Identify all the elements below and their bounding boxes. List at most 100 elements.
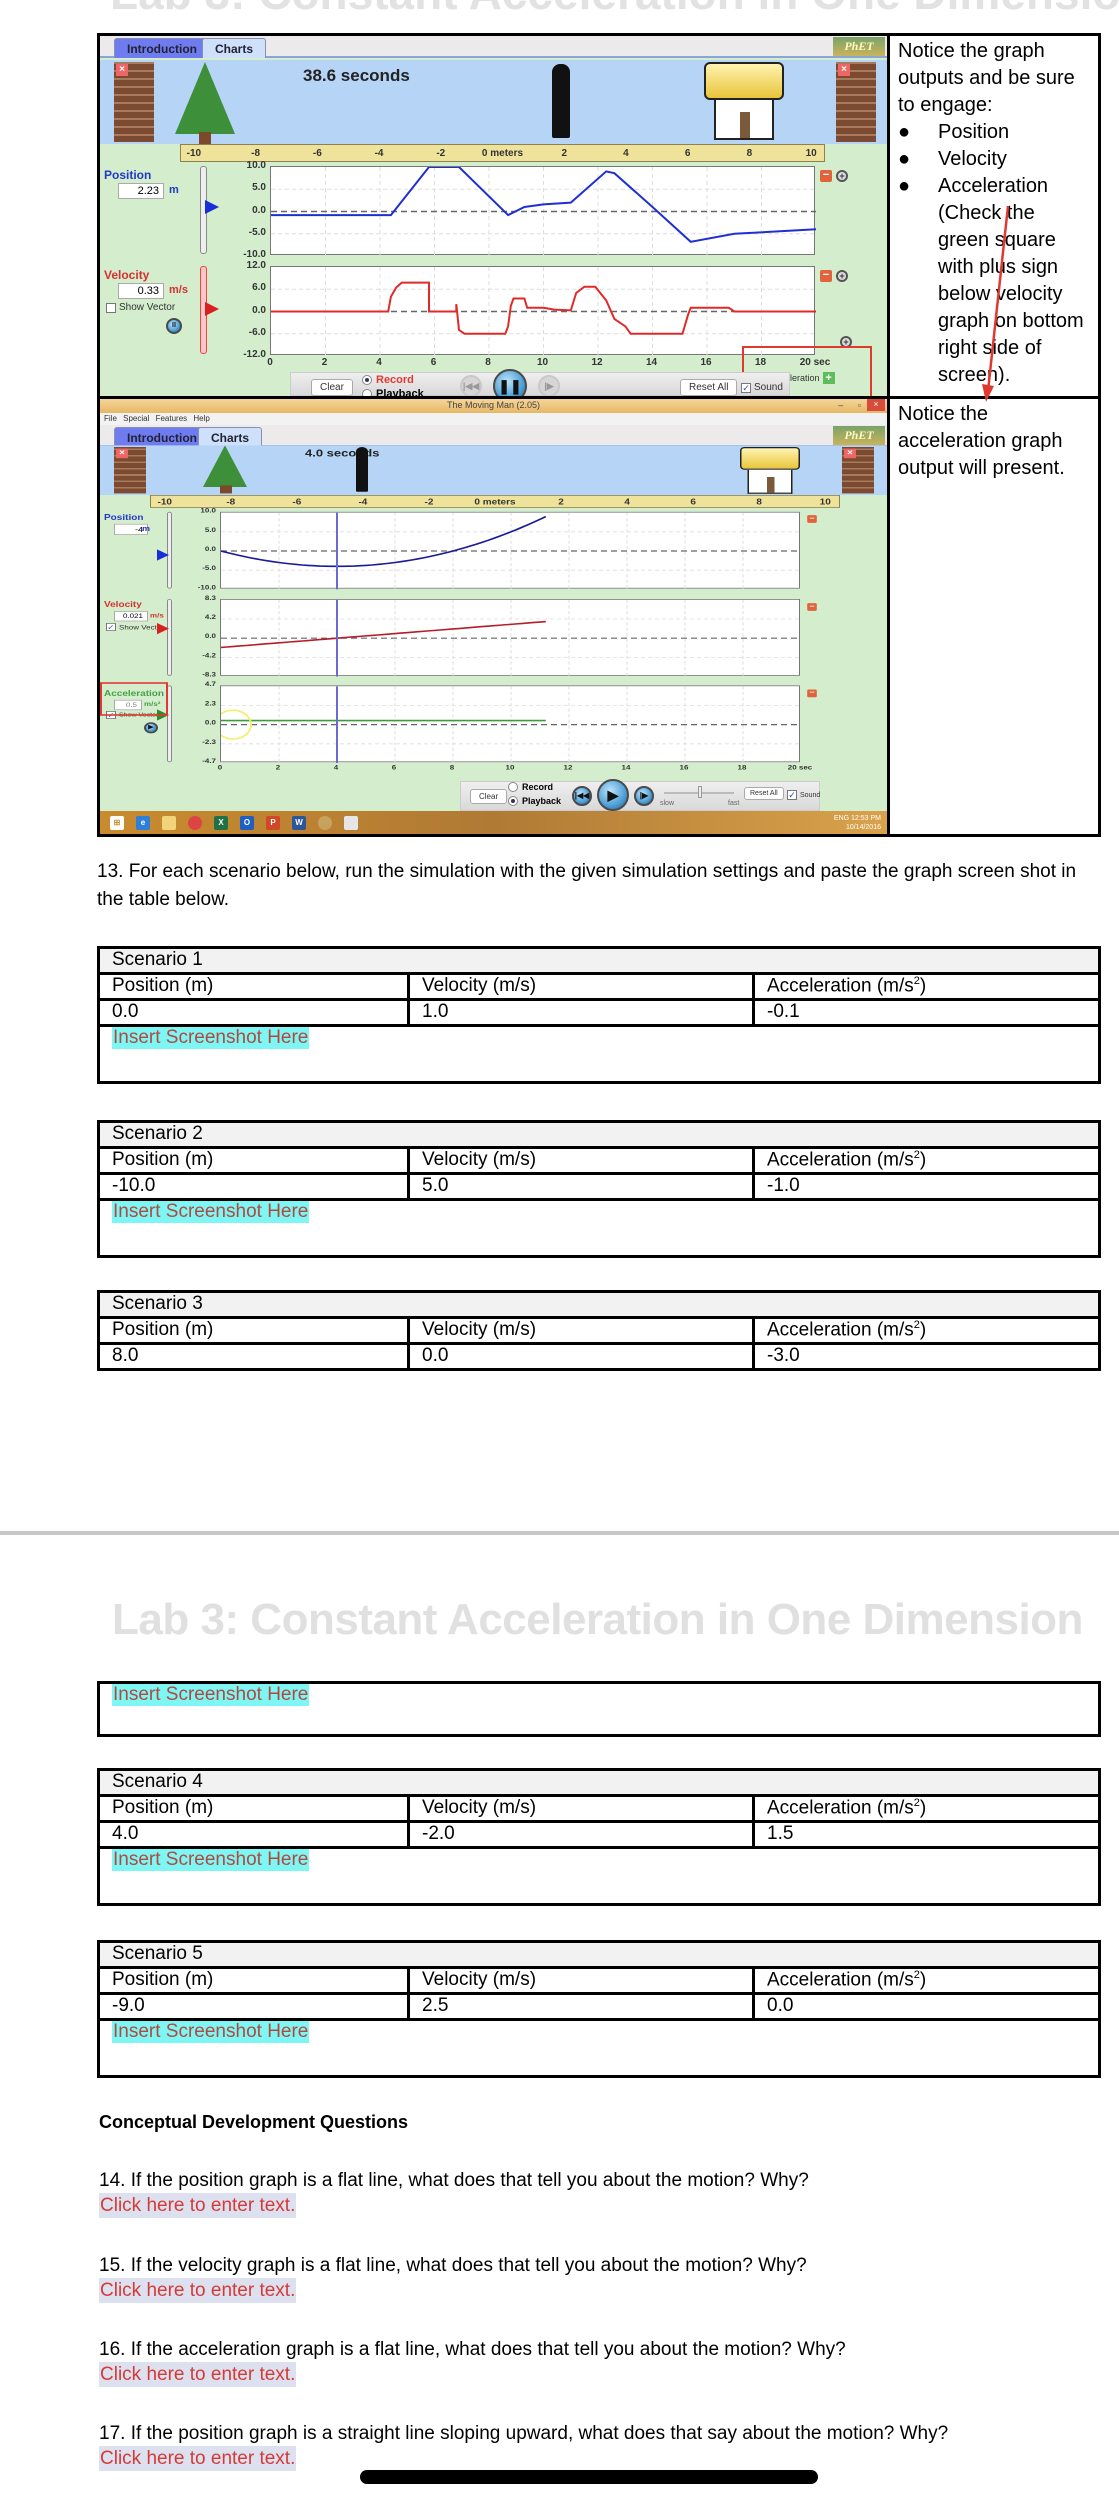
position-value[interactable]: 8.0 bbox=[97, 1342, 410, 1371]
sim1-tab-charts[interactable]: Charts bbox=[202, 38, 267, 58]
velocity-header: Velocity (m/s) bbox=[407, 1146, 755, 1175]
sim2-velocity-show-vector-checkbox[interactable]: ✓ Show Vector bbox=[106, 623, 164, 631]
chrome-icon[interactable] bbox=[188, 816, 202, 830]
sim1-velocity-graph[interactable] bbox=[270, 266, 816, 356]
y-tick-label: -4.2 bbox=[202, 651, 216, 659]
rewind-button[interactable]: |◀◀ bbox=[572, 786, 592, 806]
sim2-velocity-graph[interactable] bbox=[220, 599, 801, 677]
media-icon[interactable] bbox=[318, 816, 332, 830]
velocity-value[interactable]: -2.0 bbox=[407, 1820, 755, 1849]
sim1-position-input[interactable]: 2.23 bbox=[118, 183, 164, 199]
outlook-icon[interactable]: O bbox=[240, 816, 254, 830]
sim2-position-graph[interactable] bbox=[220, 511, 801, 590]
screenshot-cell[interactable]: Insert Screenshot Here bbox=[97, 1198, 1101, 1258]
sim2-acceleration-graph[interactable] bbox=[220, 685, 801, 763]
position-series-line bbox=[221, 515, 547, 568]
close-wall-icon[interactable]: × bbox=[116, 64, 128, 76]
annotation-arrow bbox=[982, 206, 1010, 402]
ie-icon[interactable]: e bbox=[136, 816, 150, 830]
sim1-pause-small-button[interactable]: II bbox=[166, 318, 182, 334]
file-explorer-icon[interactable] bbox=[162, 816, 176, 830]
acceleration-value[interactable]: 0.0 bbox=[752, 1992, 1101, 2021]
insert-screenshot-placeholder[interactable]: Insert Screenshot Here bbox=[112, 1027, 310, 1049]
powerpoint-icon[interactable]: P bbox=[266, 816, 280, 830]
play-button[interactable]: ▶ bbox=[597, 779, 629, 811]
close-wall-icon[interactable]: × bbox=[838, 64, 850, 76]
rewind-button[interactable]: |◀◀ bbox=[460, 375, 482, 396]
sim2-velocity-slider[interactable] bbox=[167, 599, 172, 676]
velocity-value[interactable]: 1.0 bbox=[407, 998, 755, 1027]
sim1-show-vector-checkbox[interactable]: Show Vector bbox=[106, 302, 175, 313]
acceleration-value[interactable]: 1.5 bbox=[752, 1820, 1101, 1849]
insert-screenshot-placeholder[interactable]: Insert Screenshot Here bbox=[112, 1849, 310, 1871]
word-icon[interactable]: W bbox=[292, 816, 306, 830]
position-value[interactable]: -10.0 bbox=[97, 1172, 410, 1201]
sim1-clear-button[interactable]: Clear bbox=[311, 379, 353, 396]
sim1-velocity-input[interactable]: 0.33 bbox=[118, 283, 164, 299]
ruler-tick-label: -4 bbox=[358, 498, 368, 507]
speed-slider-thumb[interactable] bbox=[698, 786, 702, 798]
sim1-record-radio[interactable]: Record bbox=[362, 374, 414, 386]
step-forward-button[interactable]: |▶ bbox=[634, 786, 654, 806]
sim2-record-radio[interactable]: Record bbox=[508, 782, 553, 792]
minimize-graph-button[interactable]: − bbox=[820, 270, 832, 282]
acceleration-value[interactable]: -1.0 bbox=[752, 1172, 1101, 1201]
ruler-tick-label: -10 bbox=[157, 498, 172, 507]
minimize-graph-button[interactable]: − bbox=[807, 689, 817, 698]
acceleration-value[interactable]: -0.1 bbox=[752, 998, 1101, 1027]
sim1-position-graph[interactable] bbox=[270, 166, 816, 256]
moving-man-figure[interactable] bbox=[552, 64, 570, 138]
acceleration-value[interactable]: -3.0 bbox=[752, 1342, 1101, 1371]
sim2-clear-button[interactable]: Clear bbox=[470, 789, 508, 804]
screenshot-cell[interactable]: Insert Screenshot Here bbox=[97, 2018, 1101, 2078]
insert-screenshot-placeholder[interactable]: Insert Screenshot Here bbox=[112, 1201, 310, 1223]
sim2-playback-radio[interactable]: Playback bbox=[508, 796, 561, 806]
answer-field[interactable]: Click here to enter text. bbox=[99, 2278, 297, 2303]
screenshot-cell[interactable]: Insert Screenshot Here bbox=[97, 1024, 1101, 1084]
zoom-in-icon[interactable]: + bbox=[836, 270, 848, 282]
close-wall-icon[interactable]: × bbox=[116, 448, 128, 459]
screenshot-placeholder-box[interactable]: Insert Screenshot Here bbox=[97, 1681, 1101, 1737]
position-value[interactable]: 0.0 bbox=[97, 998, 410, 1027]
sim2-reset-all-button[interactable]: Reset All bbox=[744, 787, 784, 800]
position-arrow-icon[interactable] bbox=[205, 200, 219, 214]
position-value[interactable]: 4.0 bbox=[97, 1820, 410, 1849]
checkbox-box[interactable] bbox=[106, 302, 116, 313]
sim1-reset-all-button[interactable]: Reset All bbox=[680, 379, 738, 396]
pause-button[interactable]: ❚❚ bbox=[493, 369, 527, 396]
zoom-in-icon[interactable]: + bbox=[836, 170, 848, 182]
sim2-sound-checkbox[interactable]: ✓ Sound bbox=[787, 790, 820, 800]
position-value[interactable]: -9.0 bbox=[97, 1992, 410, 2021]
minimize-graph-button[interactable]: − bbox=[807, 603, 817, 611]
insert-screenshot-placeholder[interactable]: Insert Screenshot Here bbox=[112, 1684, 310, 1706]
sim2-play-small-button[interactable]: ▶ bbox=[144, 722, 158, 734]
velocity-arrow-icon[interactable] bbox=[157, 623, 169, 635]
velocity-arrow-icon[interactable] bbox=[205, 302, 219, 316]
left-wall: × bbox=[114, 447, 146, 494]
sim1-playback-radio[interactable]: Playback bbox=[362, 388, 424, 396]
sim1-tab-introduction[interactable]: Introduction bbox=[114, 38, 210, 58]
java-icon[interactable] bbox=[344, 816, 358, 830]
minimize-graph-button[interactable]: − bbox=[820, 170, 832, 182]
answer-field[interactable]: Click here to enter text. bbox=[99, 2446, 297, 2471]
velocity-value[interactable]: 2.5 bbox=[407, 1992, 755, 2021]
start-icon[interactable]: ⊞ bbox=[110, 816, 124, 830]
close-wall-icon[interactable]: × bbox=[844, 448, 856, 459]
slow-label: slow bbox=[660, 800, 675, 807]
insert-screenshot-placeholder[interactable]: Insert Screenshot Here bbox=[112, 2021, 310, 2043]
sim2-velocity-input[interactable]: 0.021 bbox=[114, 611, 148, 622]
sim1-sound-checkbox[interactable]: ✓ Sound bbox=[741, 382, 783, 393]
minimize-graph-button[interactable]: − bbox=[807, 515, 817, 523]
step-forward-button[interactable]: |▶ bbox=[538, 375, 560, 396]
note-intro: Notice the graph outputs and be sure to … bbox=[898, 40, 1075, 116]
home-indicator[interactable] bbox=[360, 2470, 818, 2484]
velocity-value[interactable]: 0.0 bbox=[407, 1342, 755, 1371]
moving-man-figure[interactable] bbox=[356, 447, 368, 492]
screenshot-cell[interactable]: Insert Screenshot Here bbox=[97, 1846, 1101, 1906]
excel-icon[interactable]: X bbox=[214, 816, 228, 830]
answer-field[interactable]: Click here to enter text. bbox=[99, 2193, 297, 2218]
sim2-velocity-label: Velocity bbox=[104, 600, 142, 610]
velocity-value[interactable]: 5.0 bbox=[407, 1172, 755, 1201]
position-arrow-icon[interactable] bbox=[157, 549, 169, 561]
answer-field[interactable]: Click here to enter text. bbox=[99, 2362, 297, 2387]
